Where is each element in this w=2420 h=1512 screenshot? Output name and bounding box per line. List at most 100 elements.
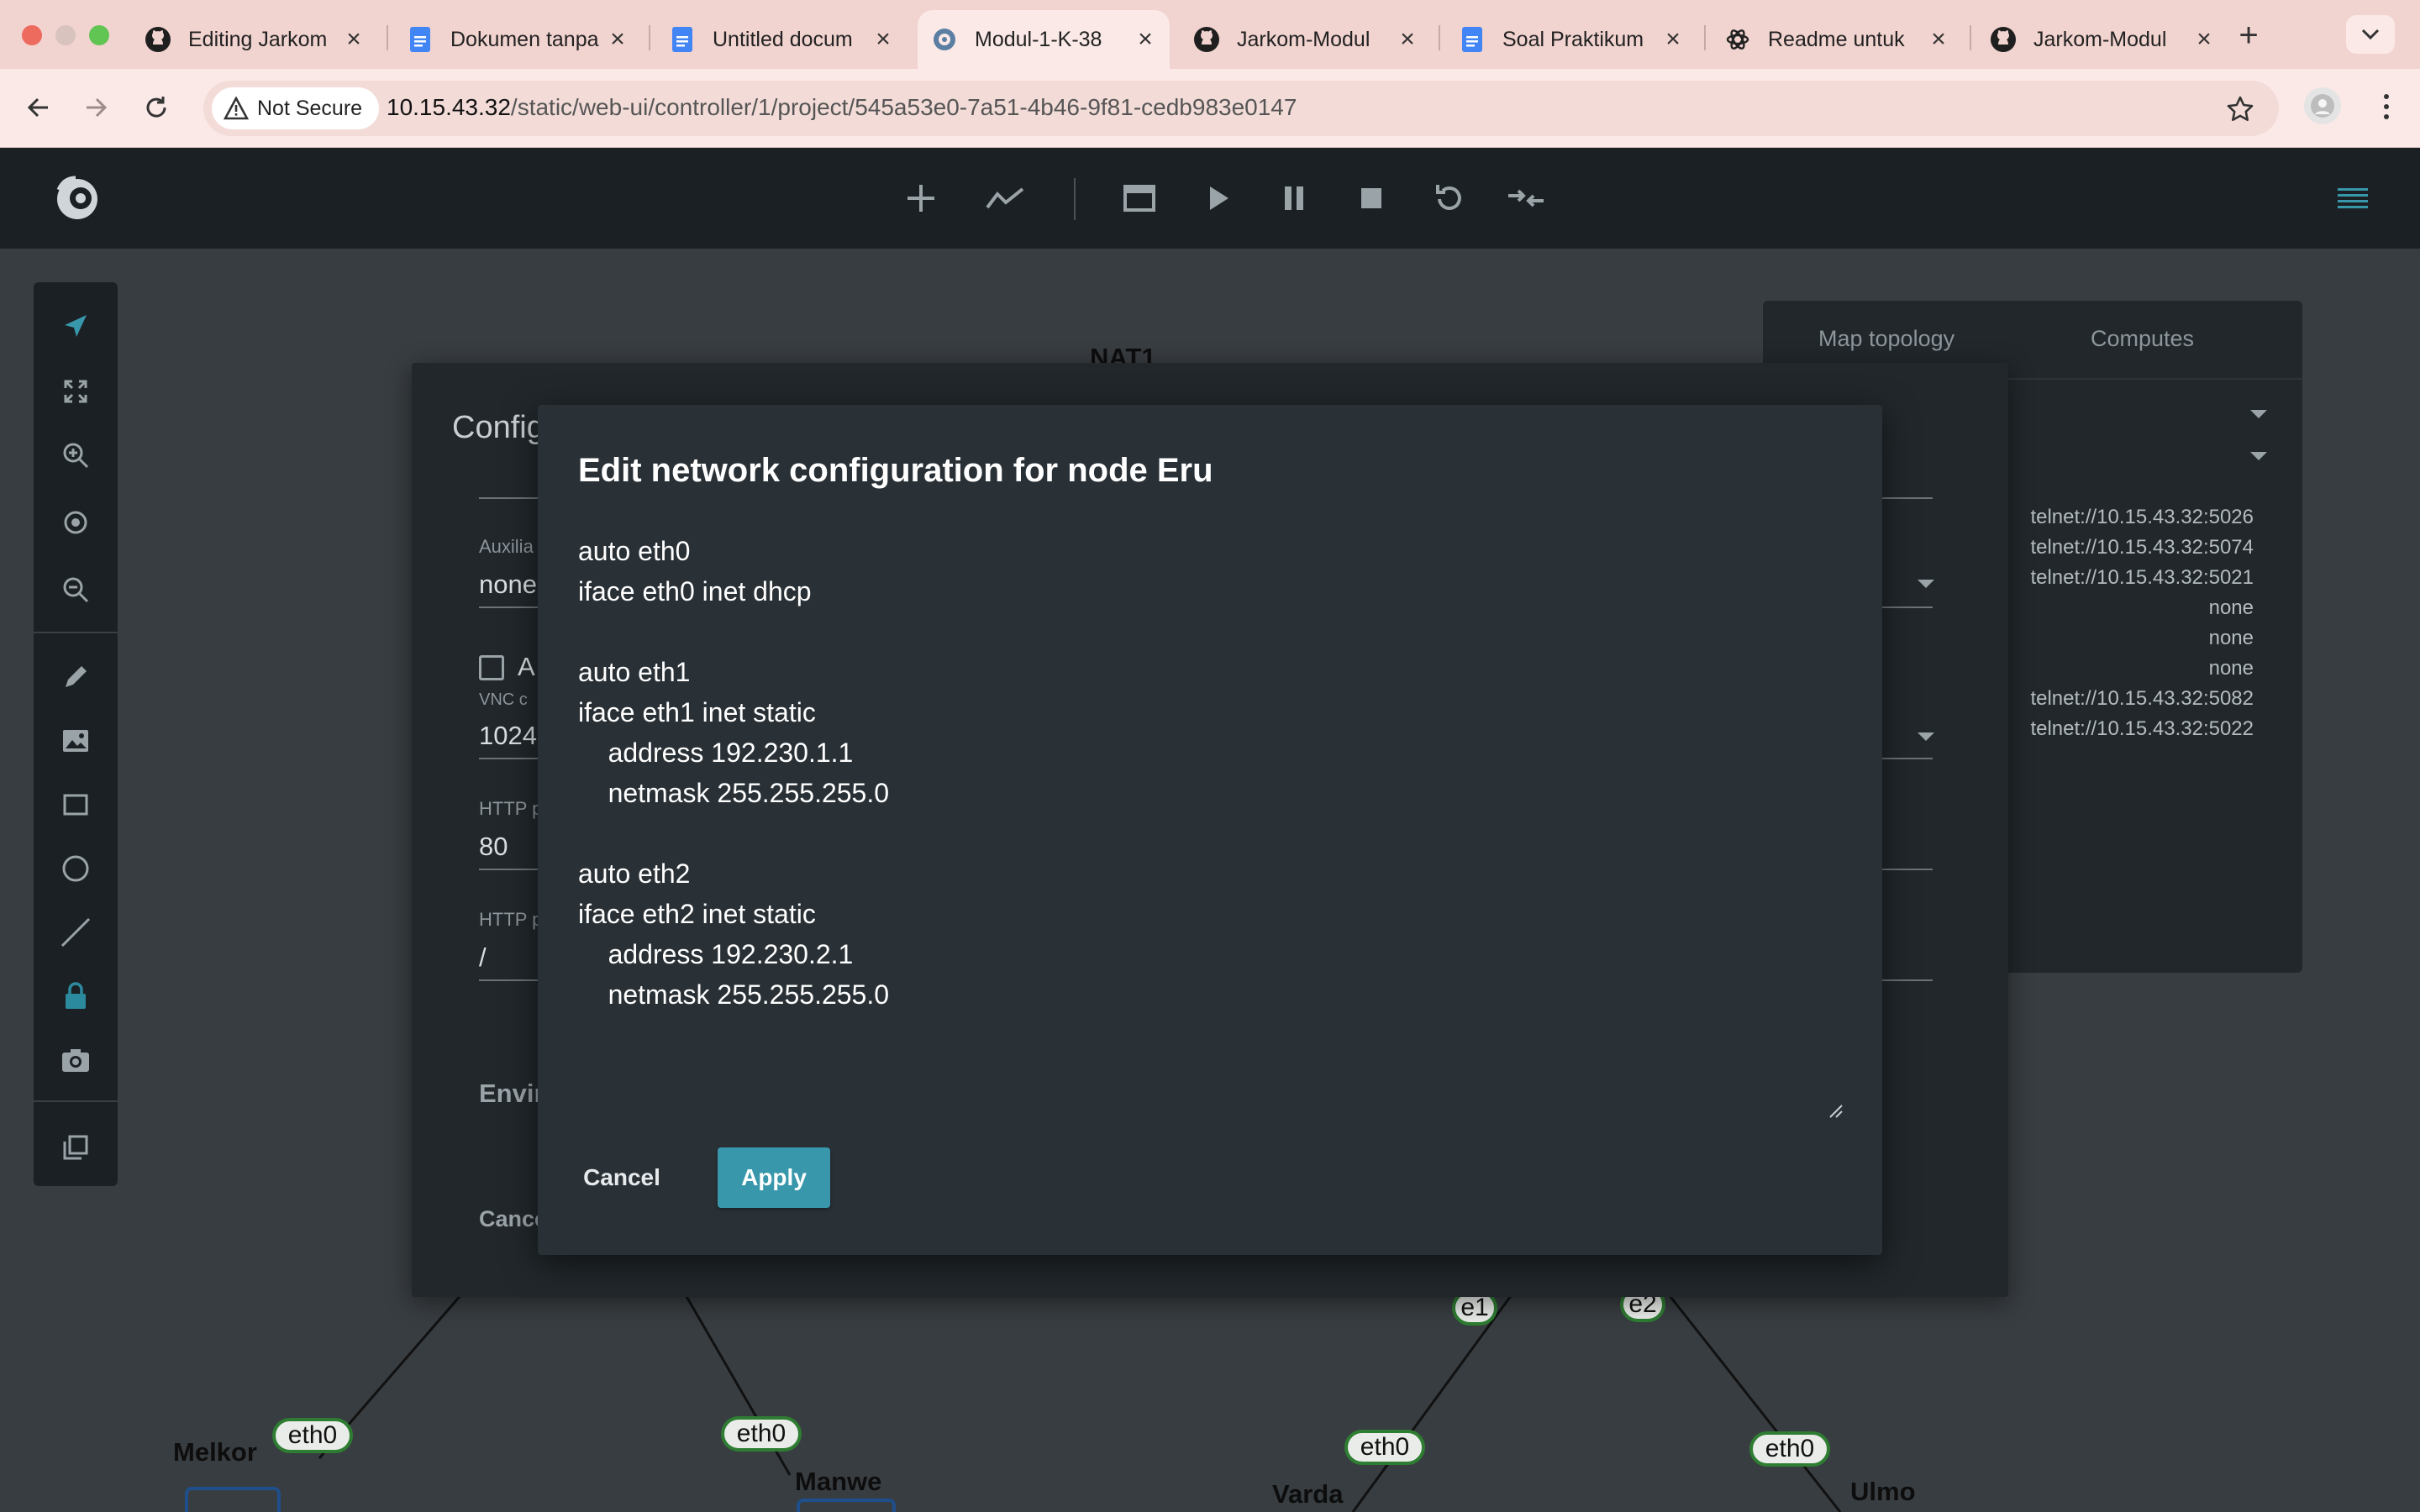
add-node-icon — [908, 185, 934, 212]
close-tab-icon[interactable]: × — [872, 25, 894, 54]
new-tab-button[interactable]: + — [2230, 17, 2267, 54]
zoom-out-button[interactable] — [54, 568, 97, 612]
http-path-value[interactable]: / — [479, 942, 487, 973]
show-interface-labels-button[interactable] — [983, 176, 1027, 220]
forward-button[interactable] — [74, 86, 118, 129]
rectangle-tool-button[interactable] — [54, 783, 97, 827]
chevron-down-icon[interactable] — [2250, 410, 2267, 418]
browser-tab[interactable]: Untitled docum × — [655, 10, 908, 69]
address-bar[interactable]: Not Secure 10.15.43.32/static/web-ui/con… — [203, 81, 2279, 136]
github-icon — [145, 26, 171, 53]
interface-label-eth0[interactable]: eth0 — [1749, 1431, 1830, 1467]
link-ulmo[interactable] — [1666, 1293, 1842, 1512]
lock-items-button[interactable] — [54, 974, 97, 1018]
fit-to-screen-button[interactable] — [54, 370, 97, 413]
close-tab-icon[interactable]: × — [1928, 25, 1949, 54]
close-tab-icon[interactable]: × — [1134, 25, 1156, 54]
node-label-melkor[interactable]: Melkor — [173, 1437, 257, 1467]
screenshot-button[interactable] — [54, 1038, 97, 1082]
http-port-value[interactable]: 80 — [479, 832, 508, 862]
browser-tab[interactable]: Editing Jarkom × — [131, 10, 378, 69]
ellipse-tool-button[interactable] — [54, 847, 97, 890]
window-zoom-button[interactable] — [89, 25, 109, 45]
close-tab-icon[interactable]: × — [607, 25, 629, 54]
node-label-varda[interactable]: Varda — [1272, 1479, 1343, 1509]
select-icon — [65, 315, 87, 337]
profile-avatar[interactable] — [2304, 87, 2341, 124]
tab-map-topology[interactable]: Map topology — [1818, 326, 1954, 352]
tab-title: Jarkom-Modul — [1237, 27, 1370, 51]
cancel-button[interactable]: Cancel — [571, 1147, 672, 1208]
avatar-icon — [2311, 94, 2334, 118]
zoom-in-button[interactable] — [54, 433, 97, 477]
network-config-textarea[interactable]: auto eth0 iface eth0 inet dhcp auto eth1… — [578, 531, 1842, 1119]
add-node-button[interactable] — [899, 176, 943, 220]
gns3-logo[interactable] — [52, 173, 103, 223]
node-console-address: telnet://10.15.43.32:5021 — [2030, 566, 2254, 589]
url-host: 10.15.43.32 — [387, 94, 511, 120]
reset-links-button[interactable] — [1504, 176, 1548, 220]
arrow-right-icon — [87, 97, 108, 118]
tab-computes[interactable]: Computes — [2091, 326, 2194, 352]
configurator-cancel-button[interactable]: Cance — [479, 1206, 547, 1232]
layers-button[interactable] — [54, 1126, 97, 1169]
interface-label-eth0[interactable]: eth0 — [1344, 1430, 1425, 1465]
node-manwe-icon[interactable] — [797, 1499, 896, 1512]
image-icon — [63, 730, 88, 752]
node-label-ulmo[interactable]: Ulmo — [1850, 1477, 1916, 1507]
tab-search-button[interactable] — [2346, 15, 2395, 54]
window-minimize-button[interactable] — [55, 25, 76, 45]
browser-tab[interactable]: Jarkom-Modul × — [1976, 10, 2228, 69]
node-label-manwe[interactable]: Manwe — [795, 1467, 881, 1497]
select-tool-button[interactable] — [54, 304, 97, 348]
vnc-resolution-value[interactable]: 1024 — [479, 721, 537, 751]
browser-menu-button[interactable] — [2370, 87, 2403, 126]
chevron-down-icon[interactable] — [2250, 452, 2267, 460]
reset-zoom-button[interactable] — [54, 501, 97, 544]
close-tab-icon[interactable]: × — [1397, 25, 1418, 54]
suspend-all-button[interactable] — [1272, 176, 1316, 220]
auto-start-checkbox[interactable] — [479, 655, 504, 680]
tab-title: Untitled docum — [713, 27, 853, 51]
close-tab-icon[interactable]: × — [1662, 25, 1684, 54]
browser-tab[interactable]: Soal Praktikum × — [1445, 10, 1697, 69]
browser-tab-active[interactable]: Modul-1-K-38 × — [918, 10, 1170, 69]
site-info-button[interactable]: Not Secure — [212, 87, 380, 129]
link-varda[interactable] — [1351, 1293, 1514, 1512]
toolbar-divider — [34, 632, 118, 633]
insert-image-button[interactable] — [54, 719, 97, 763]
stop-all-button[interactable] — [1349, 176, 1393, 220]
tab-separator — [1704, 25, 1706, 50]
reload-all-button[interactable] — [1427, 176, 1470, 220]
toolbar-divider — [34, 1100, 118, 1102]
gns3-icon — [931, 26, 958, 53]
browser-tab[interactable]: Dokumen tanpa × — [393, 10, 642, 69]
interface-label-eth0[interactable]: eth0 — [272, 1418, 353, 1453]
start-all-button[interactable] — [1197, 176, 1240, 220]
window-close-button[interactable] — [22, 25, 42, 45]
line-icon — [60, 917, 91, 948]
back-button[interactable] — [17, 86, 60, 129]
draw-icon — [66, 666, 87, 687]
close-tab-icon[interactable]: × — [343, 25, 365, 54]
menu-dot — [2384, 114, 2389, 119]
node-melkor-icon[interactable] — [185, 1487, 281, 1512]
browser-tab[interactable]: Readme untuk × — [1711, 10, 1963, 69]
resize-handle-icon[interactable] — [1827, 1102, 1844, 1119]
toolbar-divider — [1074, 178, 1076, 220]
edit-network-config-dialog: Edit network configuration for node Eru … — [538, 405, 1882, 1255]
auxiliary-console-value[interactable]: none — [479, 570, 537, 600]
chevron-down-icon[interactable] — [1918, 732, 1934, 741]
browser-tab[interactable]: Jarkom-Modul × — [1180, 10, 1432, 69]
close-tab-icon[interactable]: × — [2193, 25, 2215, 54]
reload-button[interactable] — [134, 86, 178, 129]
bookmark-star-button[interactable] — [2223, 92, 2257, 126]
chevron-down-icon[interactable] — [1918, 580, 1934, 588]
apply-button[interactable]: Apply — [718, 1147, 830, 1208]
line-tool-button[interactable] — [54, 911, 97, 954]
interface-label-eth0[interactable]: eth0 — [721, 1416, 802, 1452]
draw-tool-button[interactable] — [54, 655, 97, 699]
console-all-button[interactable] — [1118, 176, 1161, 220]
main-menu-button[interactable] — [2331, 176, 2375, 220]
reset-zoom-icon — [64, 511, 87, 534]
